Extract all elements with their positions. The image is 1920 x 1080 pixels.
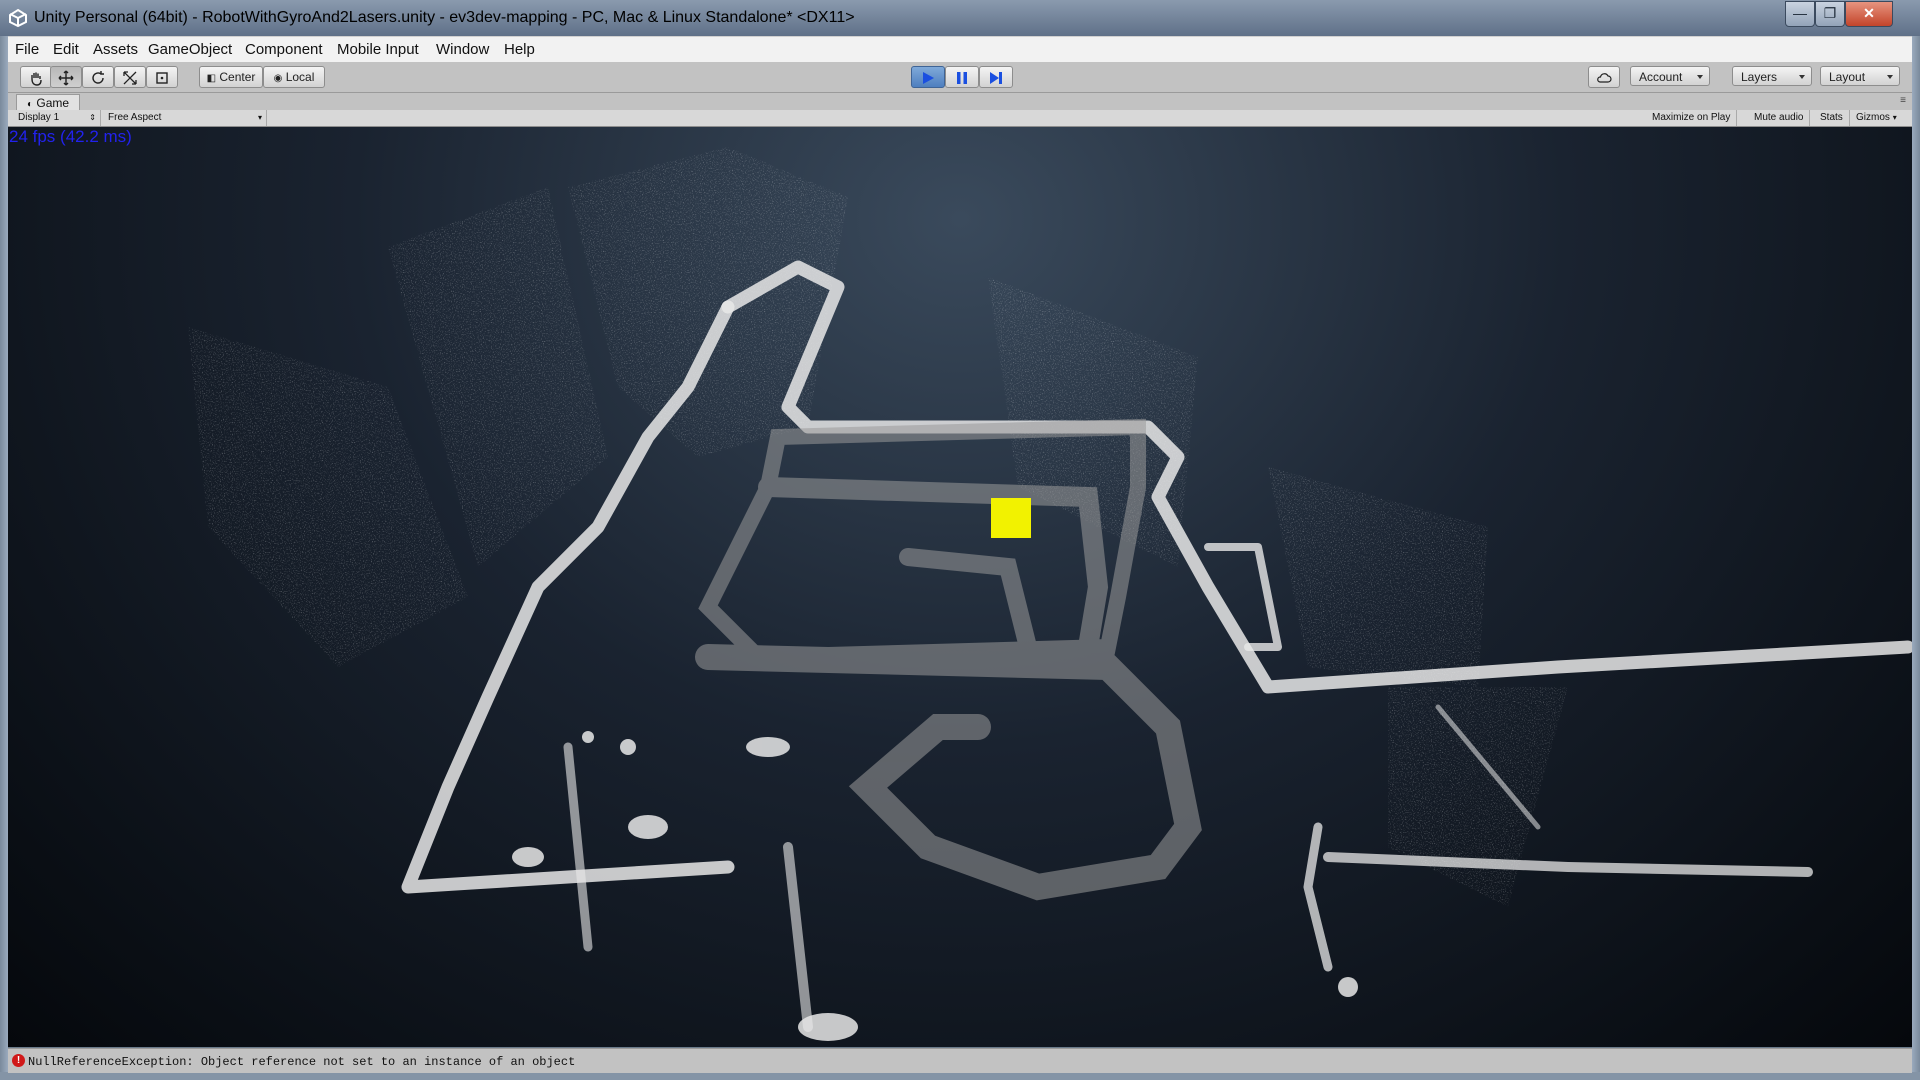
toolbar: ◧ Center ◉ Local Account Layers Layout bbox=[8, 62, 1912, 93]
step-button[interactable] bbox=[979, 66, 1013, 88]
local-label: Local bbox=[285, 70, 315, 84]
cloud-icon bbox=[1597, 73, 1612, 83]
chevron-down-icon: ▾ bbox=[257, 113, 262, 122]
game-view-toolbar: Display 1 ⇕ Free Aspect ▾ Maximize on Pl… bbox=[8, 110, 1912, 127]
aspect-label: Free Aspect bbox=[108, 112, 162, 123]
menu-mobile-input[interactable]: Mobile Input bbox=[337, 41, 419, 58]
chevron-down-icon bbox=[1799, 75, 1805, 79]
chevron-down-icon bbox=[1697, 75, 1703, 79]
pivot-icon: ◧ bbox=[206, 73, 217, 84]
tab-game[interactable]: ◐ Game bbox=[16, 94, 81, 111]
close-button[interactable]: ✕ bbox=[1845, 1, 1893, 27]
game-viewport[interactable]: 24 fps (42.2 ms) bbox=[8, 127, 1912, 1047]
menu-bar: File Edit Assets GameObject Component Mo… bbox=[8, 36, 1912, 63]
fps-counter: 24 fps (42.2 ms) bbox=[9, 127, 132, 146]
window-title: Unity Personal (64bit) - RobotWithGyroAn… bbox=[34, 9, 855, 26]
layers-dropdown[interactable]: Layers bbox=[1732, 66, 1812, 86]
layout-dropdown[interactable]: Layout bbox=[1820, 66, 1900, 86]
window-frame-left bbox=[0, 36, 8, 1080]
menu-window[interactable]: Window bbox=[436, 41, 489, 58]
window-frame-right bbox=[1912, 36, 1920, 1080]
robot-marker bbox=[991, 498, 1031, 538]
menu-edit[interactable]: Edit bbox=[53, 41, 79, 58]
scale-tool-button[interactable] bbox=[114, 66, 146, 88]
layers-label: Layers bbox=[1741, 70, 1778, 84]
display-label: Display 1 bbox=[18, 112, 60, 123]
play-icon bbox=[923, 71, 934, 84]
pause-button[interactable] bbox=[945, 66, 979, 88]
updown-arrow-icon: ⇕ bbox=[89, 113, 96, 122]
minimize-button[interactable]: — bbox=[1785, 1, 1815, 27]
menu-component[interactable]: Component bbox=[245, 41, 323, 58]
panel-menu-icon[interactable]: ≡ bbox=[1900, 95, 1906, 106]
cloud-button[interactable] bbox=[1588, 66, 1620, 88]
game-tab-row: ◐ Game ≡ bbox=[8, 93, 1912, 111]
menu-help[interactable]: Help bbox=[504, 41, 535, 58]
rotate-icon bbox=[92, 70, 104, 84]
chevron-down-icon bbox=[1887, 75, 1893, 79]
point-cloud-map bbox=[8, 127, 1912, 1047]
step-icon bbox=[990, 71, 1002, 84]
menu-file[interactable]: File bbox=[15, 41, 39, 58]
layout-label: Layout bbox=[1829, 70, 1866, 84]
gizmos-dropdown[interactable]: Gizmos ▾ bbox=[1850, 110, 1903, 126]
maximize-on-play-toggle[interactable]: Maximize on Play bbox=[1646, 110, 1738, 126]
play-button[interactable] bbox=[911, 66, 945, 88]
hand-tool-button[interactable] bbox=[20, 66, 52, 88]
rect-tool-button[interactable] bbox=[146, 66, 178, 88]
status-bar[interactable]: ! NullReferenceException: Object referen… bbox=[8, 1048, 1912, 1073]
scale-icon bbox=[123, 71, 137, 85]
console-message[interactable]: NullReferenceException: Object reference… bbox=[28, 1055, 575, 1069]
chevron-down-icon: ▾ bbox=[1892, 113, 1897, 122]
move-icon bbox=[58, 70, 74, 86]
aspect-select[interactable]: Free Aspect ▾ bbox=[102, 110, 267, 126]
mute-audio-toggle[interactable]: Mute audio bbox=[1748, 110, 1811, 126]
rect-icon bbox=[156, 72, 168, 84]
display-select[interactable]: Display 1 ⇕ bbox=[12, 110, 101, 126]
account-dropdown[interactable]: Account bbox=[1630, 66, 1710, 86]
unity-logo-icon bbox=[9, 8, 27, 28]
game-tab-label: Game bbox=[36, 96, 70, 110]
title-bar: Unity Personal (64bit) - RobotWithGyroAn… bbox=[0, 0, 1920, 36]
maximize-button[interactable]: ❐ bbox=[1815, 1, 1845, 27]
hand-icon bbox=[31, 72, 42, 86]
stats-toggle[interactable]: Stats bbox=[1814, 110, 1850, 126]
error-icon: ! bbox=[12, 1054, 25, 1067]
pivot-label: Center bbox=[219, 70, 256, 84]
pivot-center-button[interactable]: ◧ Center bbox=[199, 66, 263, 88]
menu-assets[interactable]: Assets bbox=[93, 41, 138, 58]
window-frame-bottom bbox=[0, 1072, 1920, 1080]
gizmos-label: Gizmos bbox=[1856, 112, 1890, 123]
pause-icon bbox=[957, 71, 967, 84]
pivot-local-button[interactable]: ◉ Local bbox=[263, 66, 325, 88]
local-icon: ◉ bbox=[273, 73, 283, 84]
rotate-tool-button[interactable] bbox=[82, 66, 114, 88]
menu-gameobject[interactable]: GameObject bbox=[148, 41, 232, 58]
game-tab-icon: ◐ bbox=[27, 99, 34, 110]
account-label: Account bbox=[1639, 70, 1683, 84]
move-tool-button[interactable] bbox=[50, 66, 82, 88]
